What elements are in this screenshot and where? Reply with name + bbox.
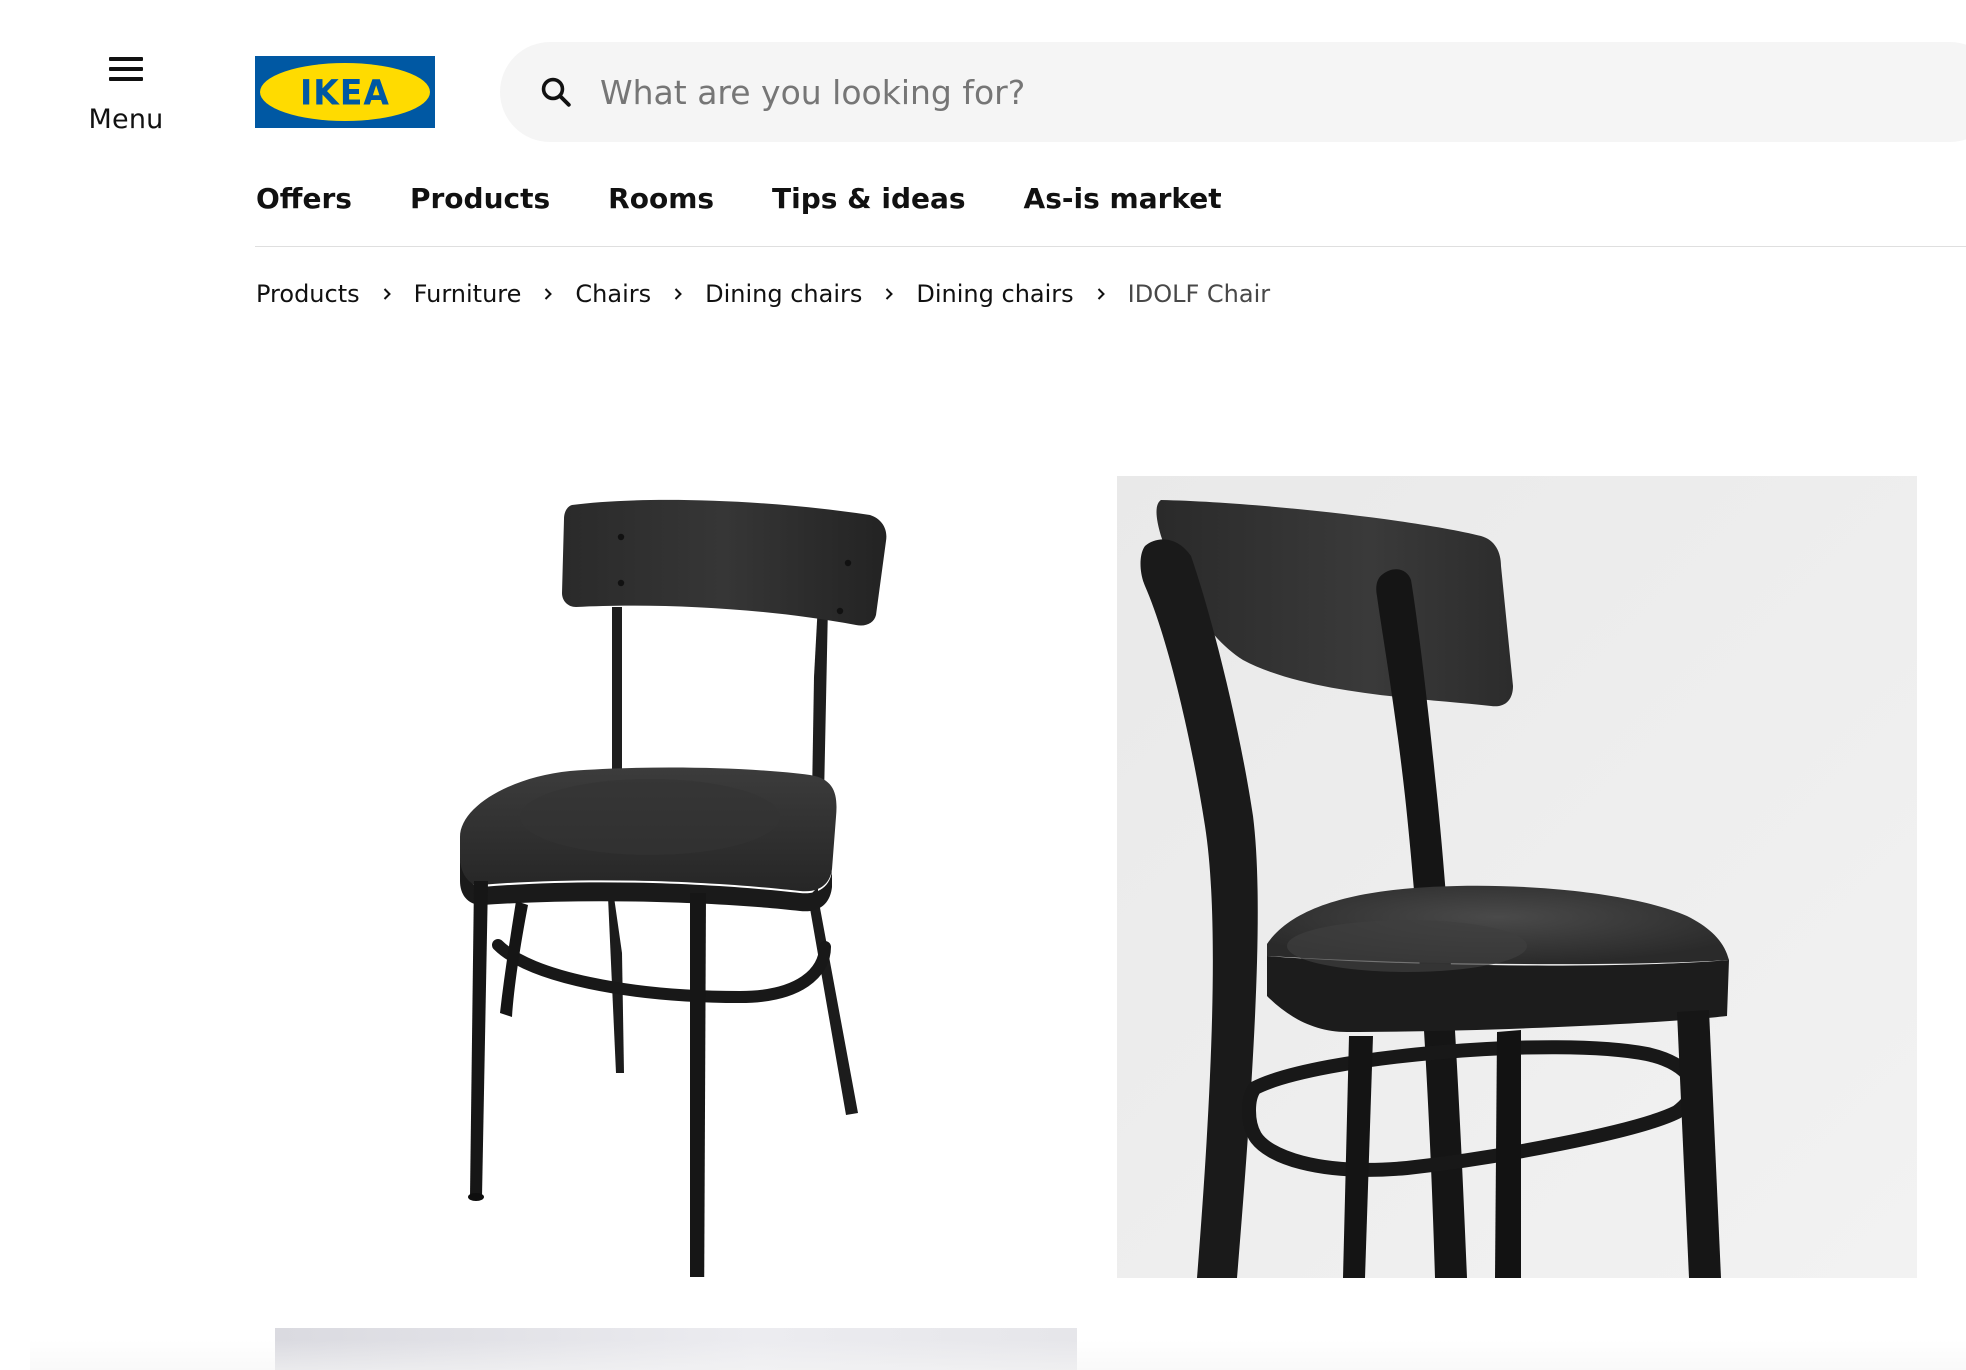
breadcrumb-chairs[interactable]: Chairs [575,280,651,308]
logo-text: IKEA [300,71,390,113]
product-image-detail[interactable] [1117,476,1917,1278]
product-page: Menu IKEA Offers Products Rooms Tips & i… [0,0,1966,1370]
chevron-right-icon [383,288,391,300]
menu-button[interactable]: Menu [76,46,176,156]
chevron-right-icon [886,288,894,300]
nav-tips-ideas[interactable]: Tips & ideas [772,182,966,215]
search-input[interactable] [600,72,1500,112]
search-icon[interactable] [538,74,574,110]
breadcrumb-current: IDOLF Chair [1127,280,1271,308]
product-image-partial[interactable] [275,1328,1077,1370]
product-image-main[interactable] [270,477,1070,1277]
breadcrumb-dining-chairs[interactable]: Dining chairs [705,280,862,308]
search-bar[interactable] [500,42,1966,142]
nav-divider [255,246,1966,247]
nav-products[interactable]: Products [410,182,550,215]
chair-front-image [460,499,887,1277]
chevron-right-icon [674,288,683,300]
breadcrumb-products[interactable]: Products [256,280,360,308]
breadcrumb: Products Furniture Chairs Dining chairs … [256,280,1270,308]
ikea-logo[interactable]: IKEA [255,56,435,128]
breadcrumb-furniture[interactable]: Furniture [414,280,522,308]
menu-label: Menu [88,104,164,135]
hamburger-icon [109,54,143,84]
chair-detail-image [1117,476,1917,1278]
chevron-right-icon [545,288,553,300]
nav-as-is-market[interactable]: As-is market [1024,182,1222,215]
chevron-right-icon [1097,288,1105,300]
breadcrumb-dining-chairs-sub[interactable]: Dining chairs [916,280,1073,308]
nav-offers[interactable]: Offers [256,182,352,215]
main-nav: Offers Products Rooms Tips & ideas As-is… [256,182,1280,215]
nav-rooms[interactable]: Rooms [608,182,714,215]
logo-oval: IKEA [260,63,430,121]
